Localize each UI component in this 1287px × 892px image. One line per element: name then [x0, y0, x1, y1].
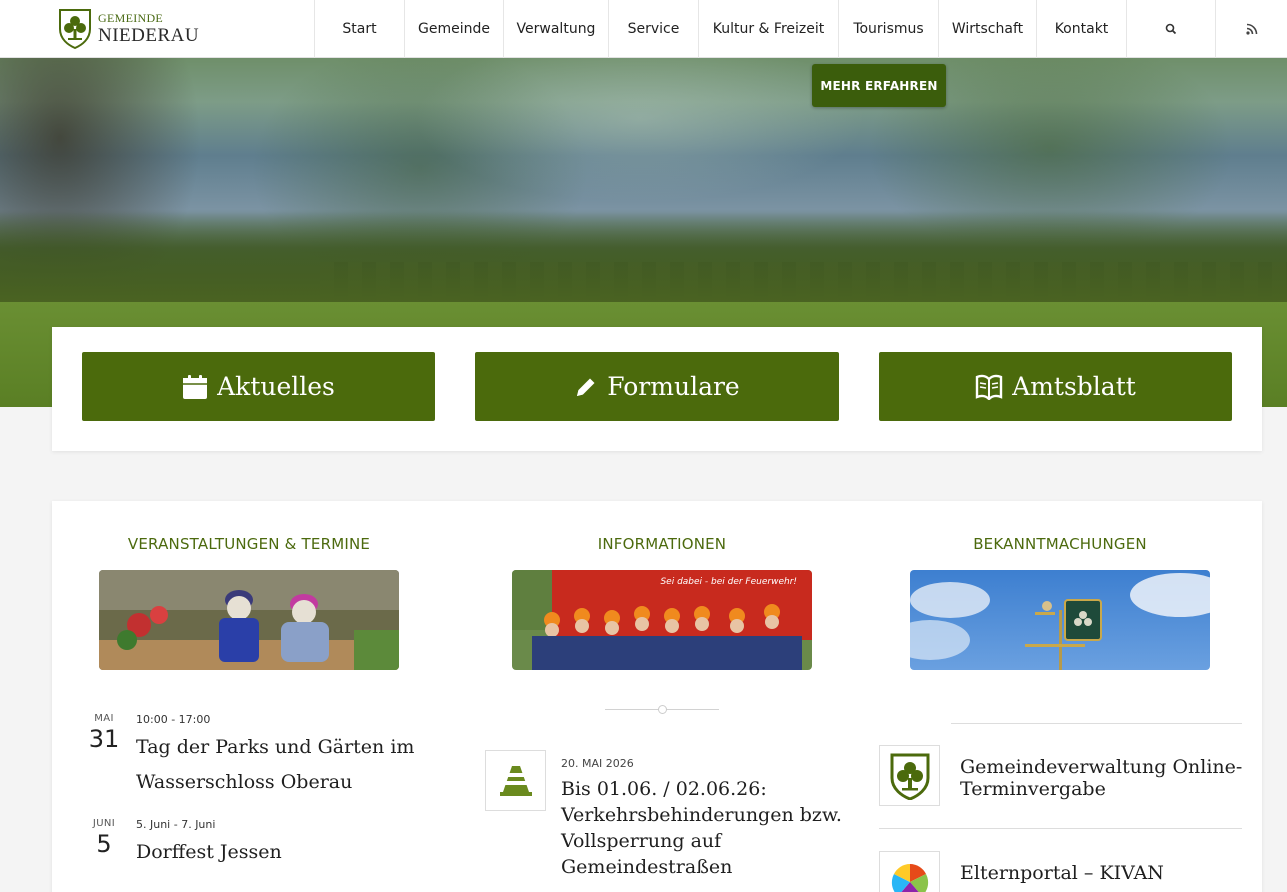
formulare-label: Formulare [607, 372, 740, 401]
hero-grass [0, 212, 1287, 302]
formulare-button[interactable]: Formulare [475, 352, 839, 421]
town-sign-photo [910, 570, 1210, 670]
events-image[interactable] [99, 570, 399, 670]
event-title-link[interactable]: Tag der Parks und Gärten im Wasserschlos… [136, 730, 436, 800]
nav-item-wirtschaft[interactable]: Wirtschaft [938, 0, 1036, 58]
nav-item-kontakt[interactable]: Kontakt [1036, 0, 1126, 58]
events-heading: VERANSTALTUNGEN & TERMINE [127, 535, 371, 553]
event-time: 10:00 - 17:00 [136, 713, 211, 726]
announcement-thumbnail[interactable] [879, 851, 940, 892]
event-month: JUNI [92, 818, 116, 829]
nav-item-verwaltung[interactable]: Verwaltung [503, 0, 608, 58]
nav-item-gemeinde[interactable]: Gemeinde [404, 0, 503, 58]
nav-item-start[interactable]: Start [314, 0, 404, 58]
event-month: MAI [94, 713, 114, 724]
announcement-divider [951, 723, 1242, 724]
page: GEMEINDE NIEDERAU Start Gemeinde Verwalt… [0, 0, 1287, 892]
open-book-icon [975, 374, 1003, 400]
nav-item-service[interactable]: Service [608, 0, 698, 58]
aktuelles-button[interactable]: Aktuelles [82, 352, 435, 421]
announcements-heading: BEKANNTMACHUNGEN [973, 535, 1147, 553]
main-nav: Start Gemeinde Verwaltung Service Kultur… [314, 0, 1287, 58]
municipal-crest-icon [890, 753, 929, 800]
event-title-link[interactable]: Dorffest Jessen [136, 835, 436, 870]
hero-banner: MEHR ERFAHREN [0, 58, 1287, 302]
info-date: 20. MAI 2026 [561, 757, 634, 770]
traffic-cone-icon [499, 765, 532, 796]
info-image[interactable]: Sei dabei - bei der Feuerwehr! [512, 570, 812, 670]
scarecrow-photo [99, 570, 399, 670]
calendar-icon [183, 374, 208, 399]
info-heading: INFORMATIONEN [597, 535, 727, 553]
nav-item-kultur-freizeit[interactable]: Kultur & Freizeit [698, 0, 838, 58]
kivan-logo-icon [891, 863, 928, 892]
aktuelles-label: Aktuelles [217, 372, 335, 401]
nav-item-tourismus[interactable]: Tourismus [838, 0, 938, 58]
search-icon [1165, 23, 1177, 35]
content-panel: VERANSTALTUNGEN & TERMINE MAI 31 10:00 -… [52, 501, 1262, 892]
info-item-thumbnail[interactable] [485, 750, 546, 811]
event-day: 31 [88, 725, 120, 753]
announcements-image[interactable] [910, 570, 1210, 670]
search-button[interactable] [1126, 0, 1215, 58]
rss-icon [1245, 23, 1257, 35]
pencil-icon [577, 378, 595, 396]
logo-line-1: GEMEINDE [98, 10, 164, 25]
announcement-divider [879, 828, 1242, 829]
image-caption: Sei dabei - bei der Feuerwehr! [660, 577, 797, 587]
site-logo[interactable]: GEMEINDE NIEDERAU [58, 6, 208, 50]
divider-dot [658, 705, 667, 714]
quick-links-panel: Aktuelles Formulare Amtsblatt [52, 327, 1262, 451]
event-day: 5 [96, 830, 112, 858]
section-divider [605, 705, 719, 714]
site-header: GEMEINDE NIEDERAU Start Gemeinde Verwalt… [0, 0, 1287, 58]
event-time: 5. Juni - 7. Juni [136, 818, 216, 831]
amtsblatt-label: Amtsblatt [1012, 372, 1136, 401]
logo-line-2: NIEDERAU [98, 24, 200, 46]
announcement-title-link[interactable]: Elternportal – KIVAN [960, 862, 1250, 884]
fire-brigade-photo: Sei dabei - bei der Feuerwehr! [512, 570, 812, 670]
announcement-title-link[interactable]: Gemeindeverwaltung Online-Terminvergabe [960, 756, 1250, 800]
announcement-thumbnail[interactable] [879, 745, 940, 806]
amtsblatt-button[interactable]: Amtsblatt [879, 352, 1232, 421]
mehr-erfahren-button[interactable]: MEHR ERFAHREN [812, 64, 946, 107]
info-title-link[interactable]: Bis 01.06. / 02.06.26: Verkehrsbehinderu… [561, 776, 851, 880]
rss-button[interactable] [1215, 0, 1287, 58]
municipal-crest-icon [59, 9, 91, 49]
